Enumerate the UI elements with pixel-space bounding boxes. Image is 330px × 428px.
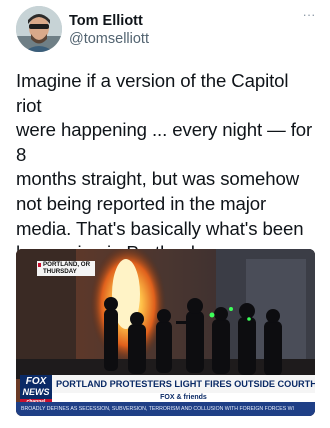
author-handle[interactable]: @tomselliott — [69, 30, 149, 48]
author-block: Tom Elliott @tomselliott — [69, 12, 149, 48]
show-brand: FOX & friends — [52, 393, 315, 402]
tweet-card: Tom Elliott @tomselliott ··· Imagine if … — [0, 0, 330, 428]
author-display-name[interactable]: Tom Elliott — [69, 12, 149, 30]
logo-line-2: NEWS — [22, 387, 50, 397]
tweet-media-image[interactable]: PORTLAND, OR THURSDAY FOX NEWS channel P… — [16, 249, 315, 416]
chyron-headline: PORTLAND PROTESTERS LIGHT FIRES OUTSIDE … — [52, 375, 315, 393]
logo-line-1: FOX — [25, 376, 47, 387]
location-tag: PORTLAND, OR THURSDAY — [37, 261, 95, 276]
person-avatar-icon — [16, 6, 62, 52]
author-avatar[interactable] — [16, 6, 62, 52]
news-ticker: BROADLY DEFINES AS SECESSION, SUBVERSION… — [16, 402, 315, 416]
more-dots-icon[interactable]: ··· — [298, 8, 320, 26]
tweet-text: Imagine if a version of the Capitol riot… — [16, 70, 313, 263]
